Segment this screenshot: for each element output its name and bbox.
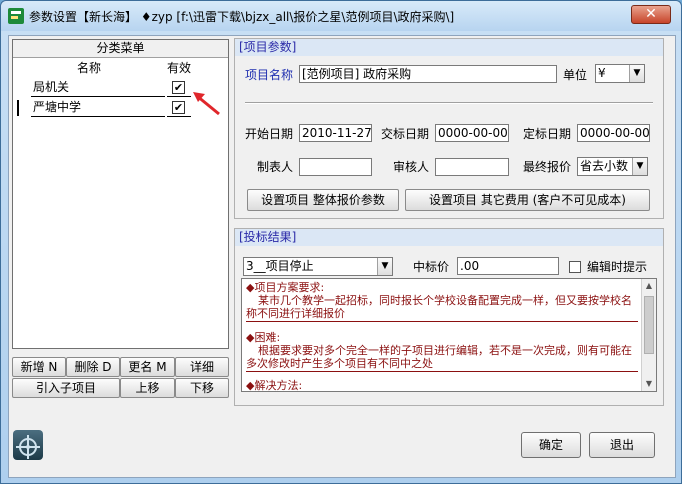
maker-input[interactable] [299,158,372,176]
scroll-down-icon[interactable]: ▼ [642,377,656,391]
column-name-header: 名称 [76,61,101,75]
detail-button[interactable]: 详细 [175,357,229,377]
category-menu: 分类菜单 名称 有效 局机关 ✔ 严塘中学 ✔ [12,39,229,349]
import-subproject-button[interactable]: 引入子项目 [12,378,120,398]
valid-checkbox[interactable]: ✔ [172,101,185,114]
chevron-down-icon: ▼ [632,158,647,175]
final-price-label: 最终报价 [523,160,572,174]
notes-memo[interactable]: 项目方案要求: 某市几个教学一起招标，同时报长个学校设备配置完成一样，但又要按学… [241,278,657,392]
button-row-2: 引入子项目 上移 下移 [12,378,229,398]
move-down-button[interactable]: 下移 [175,378,229,398]
start-date-input[interactable]: 2010-11-27 [299,124,372,142]
bid-result-title: [投标结果] [235,229,663,246]
column-header: 名称 有效 [13,59,228,77]
title-bar: 参数设置【新长海】 ♦zyp [f:\迅雷下载\bjzx_all\报价之星\范例… [1,1,681,31]
award-date-label: 定标日期 [523,127,572,141]
award-date-input[interactable]: 0000-00-00 [577,124,650,142]
memo-section: 项目方案要求: 某市几个教学一起招标，同时报长个学校设备配置完成一样，但又要按学… [246,281,638,322]
add-button[interactable]: 新增 N [12,357,66,377]
memo-section: 困难: 根据要求要对多个完全一样的子项目进行编辑，若不是一次完成，则有可能在多次… [246,331,638,372]
client-area: 分类菜单 名称 有效 局机关 ✔ 严塘中学 ✔ 新增 N 删除 D 更名 M 详… [8,35,676,478]
project-params-title: [项目参数] [235,39,663,56]
current-row-marker [17,100,19,116]
unit-label: 单位 [563,68,588,82]
window-title: 参数设置【新长海】 ♦zyp [f:\迅雷下载\bjzx_all\报价之星\范例… [29,10,455,24]
settings-window: 参数设置【新长海】 ♦zyp [f:\迅雷下载\bjzx_all\报价之星\范例… [0,0,682,484]
rename-button[interactable]: 更名 M [120,357,175,377]
app-icon [8,8,24,24]
scroll-thumb[interactable] [644,296,654,354]
project-status-select[interactable]: 3__项目停止 ▼ [243,257,393,276]
winning-price-input[interactable]: .00 [457,257,559,275]
other-costs-button[interactable]: 设置项目 其它费用 (客户不可见成本) [405,189,650,211]
category-menu-title: 分类菜单 [13,40,228,58]
edit-hint-label: 编辑时提示 [587,260,648,274]
project-name-input[interactable]: [范例项目] 政府采购 [299,65,557,83]
edit-hint-checkbox[interactable] [569,261,581,273]
bid-date-label: 交标日期 [381,127,430,141]
project-name-label: 项目名称 [245,68,294,82]
move-up-button[interactable]: 上移 [120,378,175,398]
winning-price-label: 中标价 [413,260,450,274]
item-name[interactable]: 严塘中学 [31,98,165,117]
arrow-annotation-icon [193,92,220,116]
delete-button[interactable]: 删除 D [66,357,120,377]
bid-date-input[interactable]: 0000-00-00 [435,124,509,142]
scroll-up-icon[interactable]: ▲ [642,279,656,293]
column-valid-header: 有效 [166,61,191,75]
overall-params-button[interactable]: 设置项目 整体报价参数 [247,189,399,211]
divider [245,102,653,104]
final-price-select[interactable]: 省去小数 ▼ [577,157,648,176]
app-logo-icon [13,430,43,460]
exit-button[interactable]: 退出 [589,432,655,458]
memo-section: 解决方法: [246,379,638,391]
close-button[interactable]: ✕ [631,5,671,24]
unit-select[interactable]: ¥ ▼ [595,64,645,83]
chevron-down-icon: ▼ [377,258,392,275]
reviewer-label: 审核人 [393,160,430,174]
project-params-panel: [项目参数] 项目名称 [范例项目] 政府采购 单位 ¥ ▼ 开始日期 2010… [234,38,664,219]
item-name[interactable]: 局机关 [31,78,165,97]
reviewer-input[interactable] [435,158,509,176]
ok-button[interactable]: 确定 [521,432,581,458]
chevron-down-icon: ▼ [629,65,644,82]
memo-scrollbar[interactable]: ▲ ▼ [641,279,656,391]
start-date-label: 开始日期 [245,127,294,141]
valid-checkbox[interactable]: ✔ [172,81,185,94]
maker-label: 制表人 [257,160,294,174]
button-row-1: 新增 N 删除 D 更名 M 详细 [12,357,229,377]
bid-result-panel: [投标结果] 3__项目停止 ▼ 中标价 .00 编辑时提示 项目方案要求: 某… [234,228,664,406]
